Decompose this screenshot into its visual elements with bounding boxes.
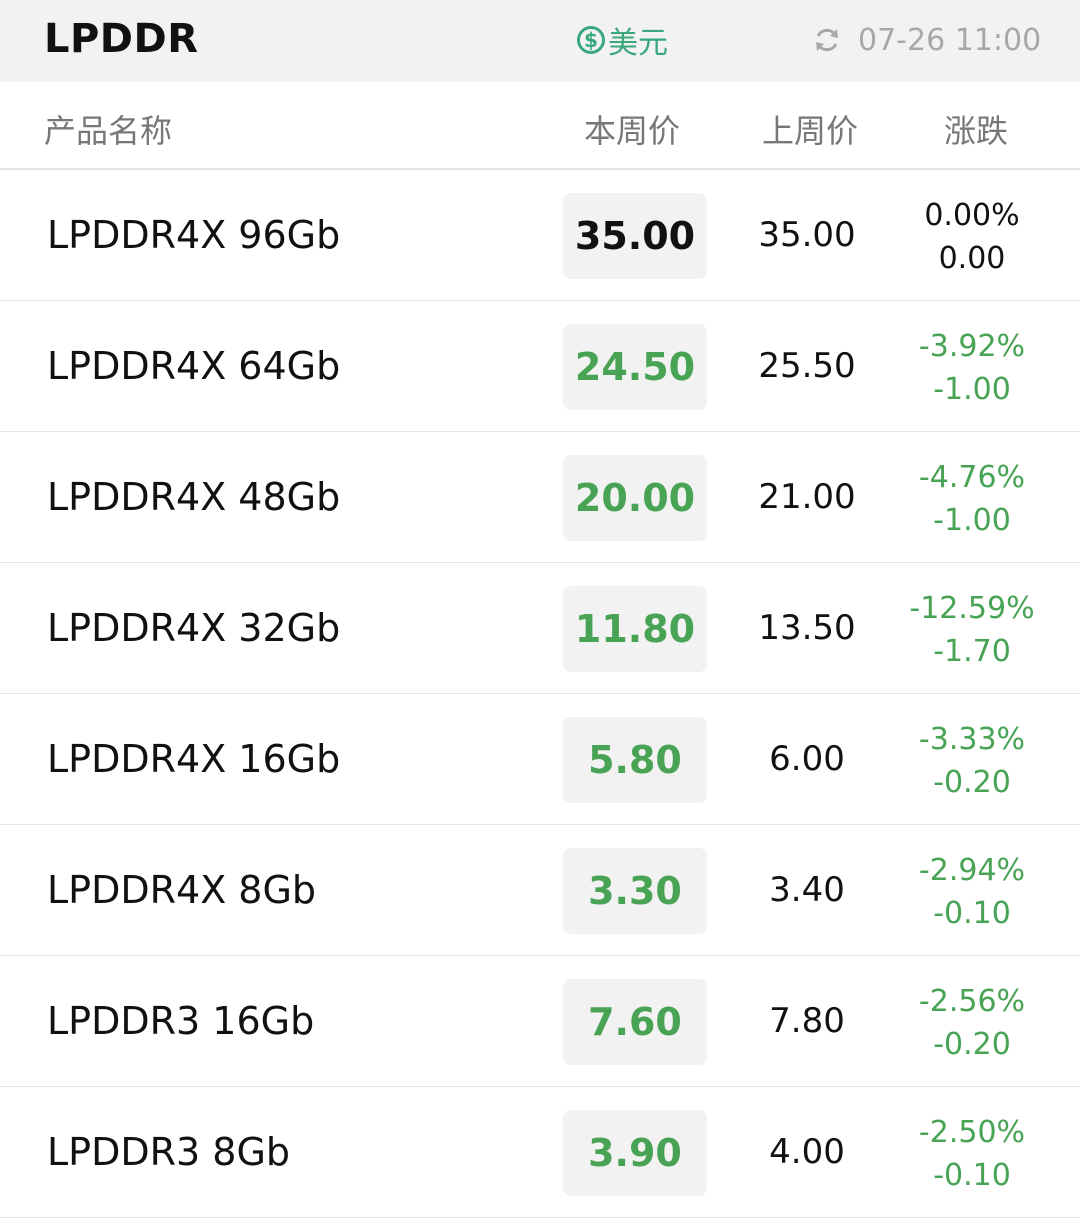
product-name: LPDDR4X 16Gb <box>47 737 341 781</box>
product-name: LPDDR4X 64Gb <box>47 344 341 388</box>
refresh-button[interactable]: 07-26 11:00 <box>812 20 1041 60</box>
change-cell: -2.94% -0.10 <box>902 849 1042 935</box>
change-cell: -2.50% -0.10 <box>902 1111 1042 1197</box>
change-amount: -0.10 <box>933 896 1011 931</box>
currency-label: 美元 <box>608 26 668 61</box>
column-header-previous-price[interactable]: 上周价 <box>762 106 858 152</box>
change-percent: -2.50% <box>918 1115 1026 1150</box>
current-price: 7.60 <box>563 979 707 1065</box>
current-price: 35.00 <box>563 193 707 279</box>
change-amount: -1.00 <box>933 372 1011 407</box>
change-amount: -0.10 <box>933 1158 1011 1193</box>
change-amount: -0.20 <box>933 1027 1011 1062</box>
change-amount: 0.00 <box>938 241 1006 276</box>
page-title: LPDDR <box>44 16 199 62</box>
change-amount: -0.20 <box>933 765 1011 800</box>
column-header-change[interactable]: 涨跌 <box>944 106 1008 152</box>
product-name: LPDDR4X 32Gb <box>47 606 341 650</box>
previous-price: 25.50 <box>758 346 856 386</box>
change-percent: -12.59% <box>909 591 1035 626</box>
change-percent: -3.92% <box>918 329 1026 364</box>
change-percent: -3.33% <box>918 722 1026 757</box>
current-price: 20.00 <box>563 455 707 541</box>
table-row[interactable]: LPDDR4X 48Gb 20.00 21.00 -4.76% -1.00 <box>0 432 1080 563</box>
current-price: 5.80 <box>563 717 707 803</box>
change-cell: -3.92% -1.00 <box>902 325 1042 411</box>
change-percent: 0.00% <box>924 198 1020 233</box>
change-amount: -1.70 <box>933 634 1011 669</box>
current-price: 11.80 <box>563 586 707 672</box>
table-row[interactable]: LPDDR3 16Gb 7.60 7.80 -2.56% -0.20 <box>0 956 1080 1087</box>
change-percent: -2.56% <box>918 984 1026 1019</box>
product-name: LPDDR4X 96Gb <box>47 213 341 257</box>
product-name: LPDDR4X 48Gb <box>47 475 341 519</box>
change-cell: -12.59% -1.70 <box>902 587 1042 673</box>
previous-price: 4.00 <box>769 1132 845 1172</box>
table-row[interactable]: LPDDR4X 96Gb 35.00 35.00 0.00% 0.00 <box>0 170 1080 301</box>
previous-price: 6.00 <box>769 739 845 779</box>
change-cell: -2.56% -0.20 <box>902 980 1042 1066</box>
current-price: 3.90 <box>563 1110 707 1196</box>
change-cell: -3.33% -0.20 <box>902 718 1042 804</box>
previous-price: 21.00 <box>758 477 856 517</box>
updated-time: 07-26 11:00 <box>858 22 1042 58</box>
current-price: 3.30 <box>563 848 707 934</box>
product-name: LPDDR3 16Gb <box>47 999 315 1043</box>
column-header-name[interactable]: 产品名称 <box>44 106 172 152</box>
refresh-icon <box>816 28 838 52</box>
table-row[interactable]: LPDDR4X 64Gb 24.50 25.50 -3.92% -1.00 <box>0 301 1080 432</box>
current-price: 24.50 <box>563 324 707 410</box>
product-name: LPDDR4X 8Gb <box>47 868 317 912</box>
previous-price: 35.00 <box>758 215 856 255</box>
table-row[interactable]: LPDDR4X 8Gb 3.30 3.40 -2.94% -0.10 <box>0 825 1080 956</box>
change-percent: -2.94% <box>918 853 1026 888</box>
previous-price: 3.40 <box>769 870 845 910</box>
product-name: LPDDR3 8Gb <box>47 1130 291 1174</box>
previous-price: 7.80 <box>769 1001 845 1041</box>
change-percent: -4.76% <box>918 460 1026 495</box>
top-bar: LPDDR $ 美元 07-26 11:00 <box>0 0 1080 82</box>
dollar-coin-icon: $ <box>577 26 605 54</box>
table-header: 产品名称 本周价 上周价 涨跌 <box>0 82 1080 170</box>
table-row[interactable]: LPDDR4X 16Gb 5.80 6.00 -3.33% -0.20 <box>0 694 1080 825</box>
previous-price: 13.50 <box>758 608 856 648</box>
change-cell: -4.76% -1.00 <box>902 456 1042 542</box>
change-amount: -1.00 <box>933 503 1011 538</box>
table-row[interactable]: LPDDR3 8Gb 3.90 4.00 -2.50% -0.10 <box>0 1087 1080 1218</box>
column-header-current-price[interactable]: 本周价 <box>584 106 680 152</box>
table-row[interactable]: LPDDR4X 32Gb 11.80 13.50 -12.59% -1.70 <box>0 563 1080 694</box>
currency-toggle[interactable]: $ 美元 <box>577 20 668 61</box>
change-cell: 0.00% 0.00 <box>902 194 1042 280</box>
